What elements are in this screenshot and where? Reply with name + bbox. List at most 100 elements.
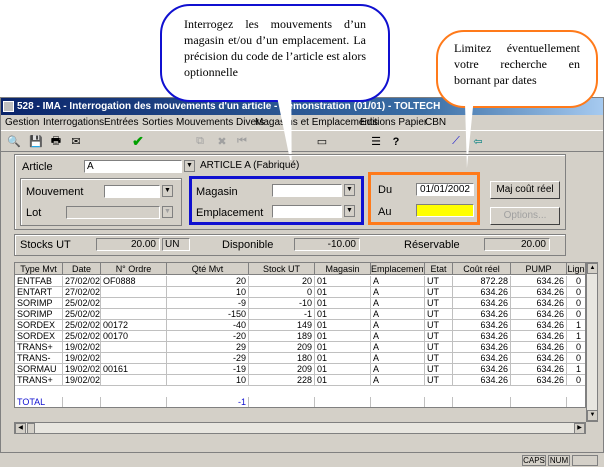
- table-cell: ENTFAB: [15, 276, 63, 287]
- table-row[interactable]: ENTART27/02/0210001AUT634.26634.2600: [15, 287, 585, 298]
- column-header[interactable]: Magasin: [315, 263, 371, 275]
- table-cell: 209: [249, 342, 315, 353]
- table-cell: 00170: [101, 331, 167, 342]
- scroll-right-icon[interactable]: ▶: [574, 423, 585, 434]
- orange-callout: Limitez éventuellement votre recherche e…: [436, 30, 598, 108]
- mouvement-dropdown-icon[interactable]: ▼: [162, 185, 173, 197]
- delete-icon[interactable]: ✖: [213, 133, 231, 150]
- menu-sorties[interactable]: Sorties: [142, 115, 173, 130]
- list-icon[interactable]: ☰: [367, 133, 385, 150]
- table-cell: [101, 287, 167, 298]
- table-row[interactable]: TRANS+19/02/021022801AUT634.26634.2600: [15, 375, 585, 386]
- app-icon: [3, 101, 14, 112]
- movements-table: Type Mvt Date N° Ordre Qté Mvt Stock UT Magas…: [14, 262, 586, 408]
- table-cell: 0: [567, 298, 585, 309]
- menu-cbn[interactable]: CBN: [425, 115, 446, 130]
- scroll-left-icon[interactable]: ◀: [15, 423, 26, 434]
- table-cell: [101, 342, 167, 353]
- mail-icon[interactable]: ✉: [67, 133, 85, 150]
- caps-indicator: CAPS: [522, 455, 546, 466]
- blue-highlight-frame: [189, 176, 364, 225]
- new-document-icon[interactable]: ▭: [313, 133, 331, 150]
- table-cell: 01: [315, 276, 371, 287]
- column-header[interactable]: Coût réel: [453, 263, 511, 275]
- table-cell: 634.26: [453, 353, 511, 364]
- table-cell: 19/02/02: [63, 364, 101, 375]
- table-cell: 0: [567, 309, 585, 320]
- table-row[interactable]: SORMAU 19/02/02 00161 -19 209 01 A UT 634.26 634.…: [15, 364, 585, 375]
- menu-gestion[interactable]: Gestion: [5, 115, 39, 130]
- scroll-thumb[interactable]: [27, 423, 35, 434]
- table-row[interactable]: ENTFAB 27/02/02 OF0888 20 20 01 A UT 872.28 634.2…: [15, 276, 585, 287]
- scroll-up-icon[interactable]: ▲: [587, 263, 598, 274]
- table-cell: OF0888: [101, 276, 167, 287]
- column-header[interactable]: Stock UT: [249, 263, 315, 275]
- print-icon[interactable]: 🖶: [47, 133, 65, 150]
- table-cell: A: [371, 309, 425, 320]
- table-row[interactable]: TRANS-19/02/02-2918001AUT634.26634.2600: [15, 353, 585, 364]
- table-cell: UT: [425, 276, 453, 287]
- lot-dropdown-icon[interactable]: ▼: [162, 206, 173, 218]
- menu-entrees[interactable]: Entrées: [104, 115, 138, 130]
- num-indicator: NUM: [548, 455, 570, 466]
- table-cell: [453, 397, 511, 407]
- column-header[interactable]: Date: [63, 263, 101, 275]
- table-cell: 180: [249, 353, 315, 364]
- help-icon[interactable]: ?: [387, 133, 405, 150]
- column-header[interactable]: N° Ordre: [101, 263, 167, 275]
- table-cell: SORDEX: [15, 331, 63, 342]
- table-cell: A: [371, 287, 425, 298]
- menu-interrogations[interactable]: Interrogations: [43, 115, 104, 130]
- table-cell: 634.26: [511, 309, 567, 320]
- scroll-down-icon[interactable]: ▼: [587, 410, 598, 421]
- table-cell: 228: [249, 375, 315, 386]
- table-row[interactable]: SORIMP25/02/02-150-101AUT634.26634.2600: [15, 309, 585, 320]
- column-header[interactable]: Qté Mvt: [167, 263, 249, 275]
- article-input[interactable]: A: [84, 160, 182, 173]
- table-cell: 19/02/02: [63, 353, 101, 364]
- table-cell: 01: [315, 375, 371, 386]
- table-cell: 189: [249, 331, 315, 342]
- column-header[interactable]: Ligne: [567, 263, 585, 275]
- table-cell: 0: [567, 353, 585, 364]
- total-row: TOTAL -1: [15, 397, 585, 407]
- table-row[interactable]: SORDEX 25/02/02 00172 -40 149 01 A UT 634.26 634.…: [15, 320, 585, 331]
- stocks-unit: UN: [162, 238, 190, 251]
- horizontal-scrollbar[interactable]: ◀ ▶: [14, 422, 586, 434]
- table-cell: 01: [315, 364, 371, 375]
- table-cell: 634.26: [511, 353, 567, 364]
- table-cell: 00161: [101, 364, 167, 375]
- first-record-icon[interactable]: ⏮: [233, 133, 251, 150]
- chart-icon[interactable]: ⟋: [447, 133, 465, 150]
- table-cell: 0: [567, 342, 585, 353]
- binoculars-icon[interactable]: 🔍: [5, 133, 23, 150]
- column-header[interactable]: Etat: [425, 263, 453, 275]
- table-cell: 25/02/02: [63, 331, 101, 342]
- copy-icon[interactable]: ⧉: [191, 133, 209, 150]
- maj-cout-reel-button[interactable]: Maj coût réel: [490, 181, 560, 199]
- table-cell: -150: [167, 309, 249, 320]
- mouvement-input[interactable]: [104, 185, 160, 198]
- menu-mouvements-divers[interactable]: Mouvements Divers: [176, 115, 264, 130]
- options-button[interactable]: Options...: [490, 207, 560, 225]
- disponible-value: -10.00: [294, 238, 360, 251]
- table-row[interactable]: SORDEX 25/02/02 00170 -20 189 01 A UT 634.26 634.…: [15, 331, 585, 342]
- table-row[interactable]: TRANS+19/02/022920901AUT634.26634.2600: [15, 342, 585, 353]
- table-cell: A: [371, 353, 425, 364]
- column-header[interactable]: Emplacement: [371, 263, 425, 275]
- article-dropdown-icon[interactable]: ▼: [184, 160, 195, 172]
- reservable-label: Réservable: [404, 239, 460, 251]
- table-cell: 634.26: [511, 320, 567, 331]
- column-header[interactable]: PUMP: [511, 263, 567, 275]
- lot-input[interactable]: [66, 206, 160, 219]
- column-header[interactable]: Type Mvt: [15, 263, 63, 275]
- table-cell: 634.26: [511, 364, 567, 375]
- table-cell: [63, 397, 101, 407]
- menu-editions-papier[interactable]: Editions Papier: [360, 115, 427, 130]
- validate-check-icon[interactable]: ✔: [129, 133, 147, 150]
- save-icon[interactable]: 💾: [27, 133, 45, 150]
- table-cell: [101, 298, 167, 309]
- table-row[interactable]: SORIMP25/02/02-9-1001AUT634.26634.2600: [15, 298, 585, 309]
- vertical-scrollbar[interactable]: ▲ ▼: [586, 262, 598, 422]
- table-cell: 1: [567, 331, 585, 342]
